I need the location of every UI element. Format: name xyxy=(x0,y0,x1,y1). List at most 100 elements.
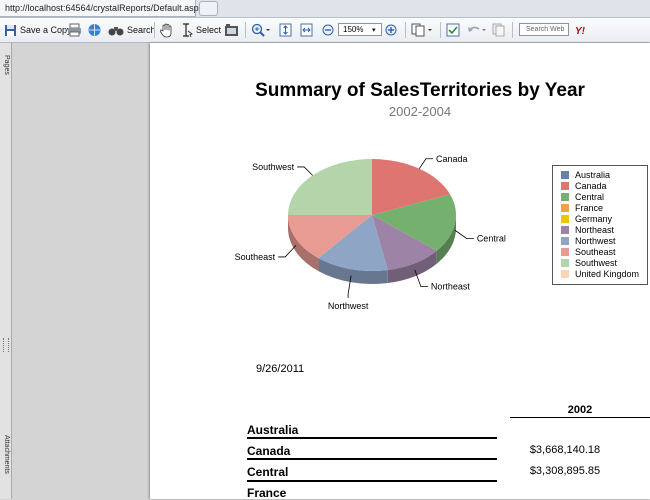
legend-item-northwest: Northwest xyxy=(561,235,647,246)
legend-item-southwest: Southwest xyxy=(561,257,647,268)
row-value-canada: $3,668,140.18 xyxy=(529,444,601,456)
yahoo-button[interactable]: Y! xyxy=(575,18,593,42)
page-layout-icon xyxy=(411,23,432,37)
row-value-central: $3,308,895.85 xyxy=(529,465,601,477)
pie-label-canada: Canada xyxy=(436,154,468,164)
legend-swatch xyxy=(561,258,569,267)
pie-leader-line xyxy=(297,166,313,176)
column-header-year: 2002 xyxy=(567,404,593,416)
browser-tab-bar: http://localhost:64564/crystalReports/De… xyxy=(0,0,650,18)
legend-swatch xyxy=(561,170,569,179)
page-layout-button[interactable] xyxy=(411,18,435,42)
browser-tab[interactable]: http://localhost:64564/crystalReports/De… xyxy=(0,0,203,17)
legend-item-germany: Germany xyxy=(561,213,647,224)
row-label-australia: Australia xyxy=(247,423,299,437)
save-copy-label: Save a Copy xyxy=(20,25,72,35)
legend-label: Northwest xyxy=(575,235,616,246)
legend-label: Southwest xyxy=(575,257,618,268)
legend-item-australia: Australia xyxy=(561,169,647,180)
copy-button[interactable] xyxy=(492,18,505,42)
zoom-increase-button[interactable] xyxy=(385,18,397,42)
legend-label: Central xyxy=(575,191,605,202)
toolbar-divider xyxy=(405,22,406,38)
legend-item-southeast: Southeast xyxy=(561,246,647,257)
print-button[interactable] xyxy=(67,18,82,42)
row-divider xyxy=(247,480,497,482)
legend-item-canada: Canada xyxy=(561,180,647,191)
zoom-out-button[interactable] xyxy=(322,18,334,42)
binoculars-icon xyxy=(108,26,124,35)
legend-label: France xyxy=(575,202,604,213)
globe-icon xyxy=(88,24,101,36)
form-check-button[interactable] xyxy=(446,18,460,42)
chart-legend: Australia Canada Central France Germany North… xyxy=(552,165,648,285)
new-tab-button[interactable] xyxy=(199,1,218,16)
select-label: Select xyxy=(196,25,222,35)
search-label: Search xyxy=(127,25,156,35)
fit-height-icon xyxy=(279,23,292,37)
pie-label-southeast: Southeast xyxy=(235,252,276,262)
fit-width-icon xyxy=(300,23,313,37)
pie-label-southwest: Southwest xyxy=(252,162,295,172)
legend-item-northeast: Northeast xyxy=(561,224,647,235)
column-header-underline xyxy=(510,417,650,418)
navigation-side-panel: Pages Attachments xyxy=(0,43,12,499)
pie-label-central: Central xyxy=(477,234,506,244)
select-tool-button[interactable]: Select xyxy=(181,18,221,42)
fit-height-button[interactable] xyxy=(279,18,292,42)
undo-button[interactable] xyxy=(466,18,488,42)
report-page: Summary of SalesTerritories by Year 2002… xyxy=(150,43,650,500)
checkmark-form-icon xyxy=(446,23,460,37)
legend-label: Southeast xyxy=(575,246,616,257)
search-button[interactable]: Search xyxy=(108,18,156,42)
yahoo-logo-icon: Y! xyxy=(575,26,586,36)
legend-label: Northeast xyxy=(575,224,615,235)
toolbar-divider xyxy=(512,22,513,38)
legend-swatch xyxy=(561,269,569,278)
plus-circle-icon xyxy=(385,24,397,36)
tab-attachments-label: Attachments xyxy=(3,435,10,474)
printer-icon xyxy=(68,23,81,37)
legend-label: Germany xyxy=(575,213,613,224)
zoom-in-button[interactable] xyxy=(251,18,271,42)
minus-circle-icon xyxy=(322,24,334,36)
legend-item-central: Central xyxy=(561,191,647,202)
pie-label-northwest: Northwest xyxy=(328,301,369,311)
legend-item-united-kingdom: United Kingdom xyxy=(561,268,647,279)
legend-swatch xyxy=(561,247,569,256)
legend-swatch xyxy=(561,192,569,201)
fit-width-button[interactable] xyxy=(300,18,313,42)
zoom-dropdown-arrow[interactable]: ▾ xyxy=(372,18,376,42)
row-label-france: France xyxy=(247,486,287,500)
pie-leader-line xyxy=(454,229,474,240)
magnifier-zoom-icon xyxy=(251,23,270,37)
pie-slice-southwest[interactable] xyxy=(288,159,372,215)
legend-item-france: France xyxy=(561,202,647,213)
panel-splitter-handle[interactable] xyxy=(3,338,9,352)
undo-arrow-icon xyxy=(468,26,486,32)
toolbar-divider xyxy=(154,22,155,38)
browser-tab-title: http://localhost:64564/crystalReports/De… xyxy=(5,3,204,13)
legend-swatch xyxy=(561,214,569,223)
legend-label: Canada xyxy=(575,180,607,191)
report-date: 9/26/2011 xyxy=(256,363,305,375)
legend-swatch xyxy=(561,236,569,245)
row-label-central: Central xyxy=(247,465,289,479)
pie-slices xyxy=(288,159,456,271)
legend-swatch xyxy=(561,225,569,234)
camera-icon xyxy=(225,24,238,36)
hand-tool-button[interactable] xyxy=(160,18,174,42)
row-label-canada: Canada xyxy=(247,444,291,458)
legend-swatch xyxy=(561,181,569,190)
text-cursor-icon xyxy=(183,22,193,37)
tab-pages-label: Pages xyxy=(3,55,10,75)
floppy-disk-icon xyxy=(5,24,16,36)
toolbar-divider xyxy=(245,22,246,38)
search-web-input[interactable]: Search Web xyxy=(519,23,569,36)
email-button[interactable] xyxy=(87,18,102,42)
snapshot-button[interactable] xyxy=(224,18,239,42)
save-copy-button[interactable]: Save a Copy xyxy=(4,18,72,42)
hand-icon xyxy=(160,23,172,37)
legend-label: Australia xyxy=(575,169,611,180)
copy-pages-icon xyxy=(492,23,505,37)
